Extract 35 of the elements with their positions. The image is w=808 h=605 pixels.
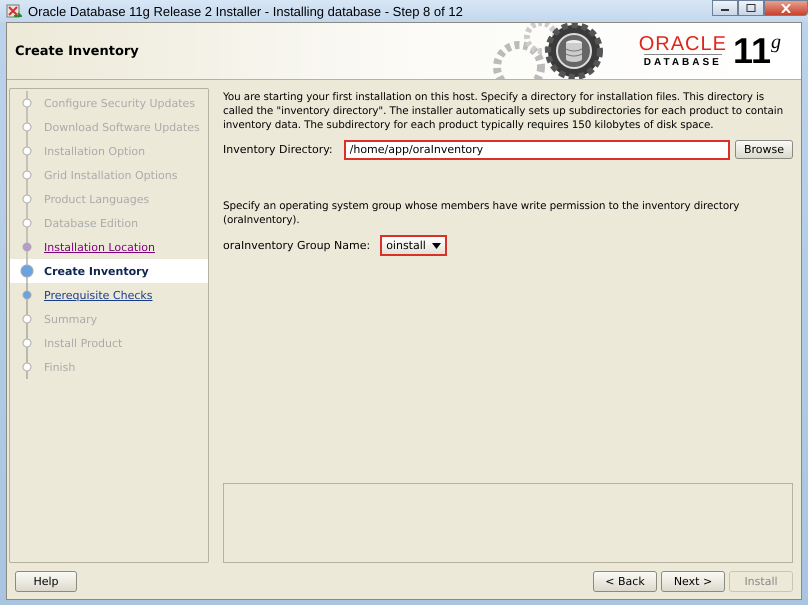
page-title: Create Inventory — [15, 44, 139, 58]
group-name-dropdown[interactable]: oinstall — [380, 235, 447, 256]
step-item: Grid Installation Options — [10, 163, 208, 187]
dropdown-caret-icon — [432, 242, 441, 248]
close-button[interactable] — [764, 0, 808, 16]
nav-button[interactable]: Next > — [661, 570, 725, 592]
group-intro-text: Specify an operating system group whose members have write permission to the inventory directory (oraInventory). — [223, 199, 740, 227]
step-item: Summary — [10, 307, 208, 331]
maximize-button[interactable] — [738, 0, 764, 16]
current-step: Create Inventory — [10, 259, 208, 283]
browse-button[interactable]: Browse — [734, 140, 793, 159]
group-name-label: oraInventory Group Name: — [223, 239, 370, 252]
help-button[interactable]: Help — [15, 570, 77, 592]
close-icon — [781, 4, 791, 12]
nav-button[interactable]: < Back — [593, 570, 657, 592]
logo-version: 11$^{g}$ — [732, 31, 781, 71]
step-item: Install Product — [10, 331, 208, 355]
step-item[interactable]: Prerequisite Checks — [10, 283, 208, 307]
step-item[interactable]: Installation Location — [10, 235, 208, 259]
logo-product: DATABASE — [644, 54, 722, 68]
step-item: Configure Security Updates — [10, 91, 208, 115]
step-item: Download Software Updates — [10, 115, 208, 139]
inventory-directory-field[interactable]: /home/app/oraInventory — [344, 140, 729, 158]
intro-text: You are starting your first installation on this host. Specify a directory for installation files. This directory is called the "inventory directory". The installer automatically sets up subdirectories for each product to contain inventory data. The subdirectory for each product typically requires 150 kilobytes of disk space. — [223, 90, 784, 132]
window-title: Oracle Database 11g Release 2 Installer - Installing database - Step 8 of 12 — [28, 4, 463, 18]
logo-brand: ORACLE — [638, 34, 727, 54]
step-item: Finish — [10, 355, 208, 379]
installer-icon — [6, 3, 22, 19]
maximize-icon — [746, 4, 756, 12]
step-item: Product Languages — [10, 187, 208, 211]
inventory-directory-label: Inventory Directory: — [223, 143, 333, 156]
step-node-icon — [18, 259, 36, 283]
step-item: Installation Option — [10, 139, 208, 163]
minimize-button[interactable] — [712, 0, 738, 16]
step-item: Database Edition — [10, 211, 208, 235]
